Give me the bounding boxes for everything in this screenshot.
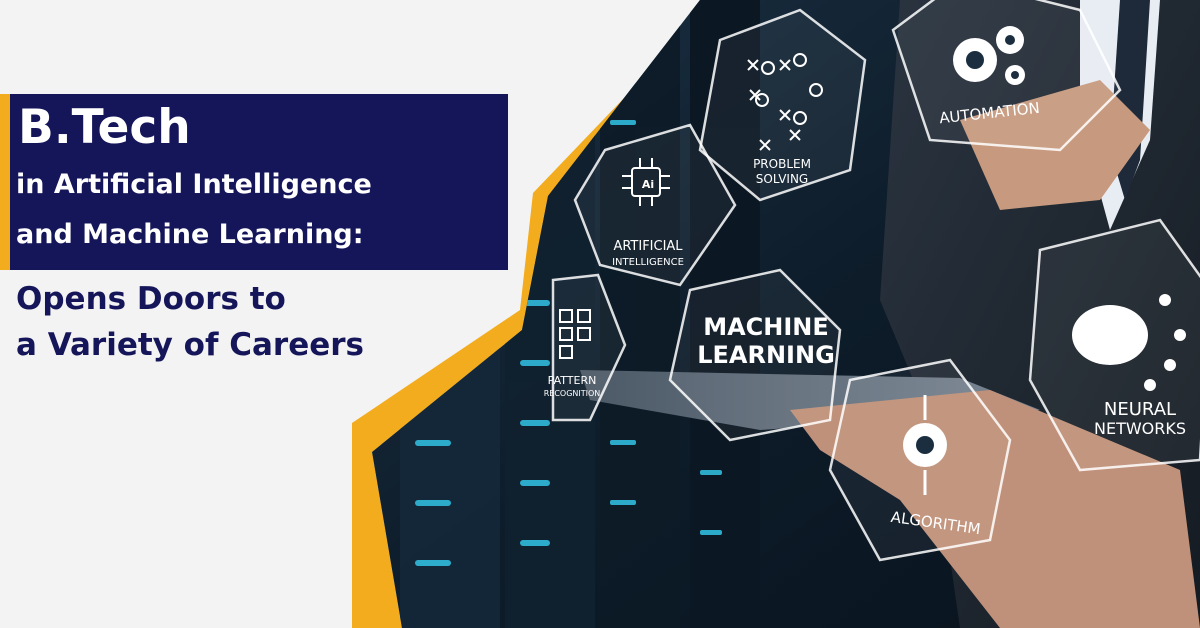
- artificial-intelligence-label-2: INTELLIGENCE: [612, 257, 684, 268]
- ai-chip-label: Ai: [642, 178, 654, 191]
- pattern-recognition-label-1: PATTERN: [548, 374, 597, 387]
- title-line-3: and Machine Learning:: [16, 219, 364, 250]
- machine-learning-label-2: LEARNING: [697, 341, 835, 369]
- artificial-intelligence-label-1: ARTIFICIAL: [613, 239, 683, 254]
- subtitle-line-1: Opens Doors to: [16, 281, 286, 317]
- neural-networks-label-1: NEURAL: [1104, 399, 1176, 420]
- pattern-recognition-label-2: RECOGNITION: [544, 389, 601, 398]
- title-line-2: in Artificial Intelligence: [16, 169, 372, 200]
- page-title: B.Tech: [18, 100, 191, 155]
- problem-solving-label-2: SOLVING: [756, 172, 808, 186]
- title-accent-bar: [0, 94, 10, 270]
- banner: Ai ARTIFICIAL INTELLIGENCE PROBLEM SOLVI…: [0, 0, 1200, 628]
- machine-learning-label-1: MACHINE: [703, 313, 829, 341]
- problem-solving-label-1: PROBLEM: [753, 157, 811, 171]
- subtitle-line-2: a Variety of Careers: [16, 327, 365, 363]
- title-box: B.Tech in Artificial Intelligence and Ma…: [0, 94, 508, 270]
- neural-networks-label-2: NETWORKS: [1094, 419, 1186, 438]
